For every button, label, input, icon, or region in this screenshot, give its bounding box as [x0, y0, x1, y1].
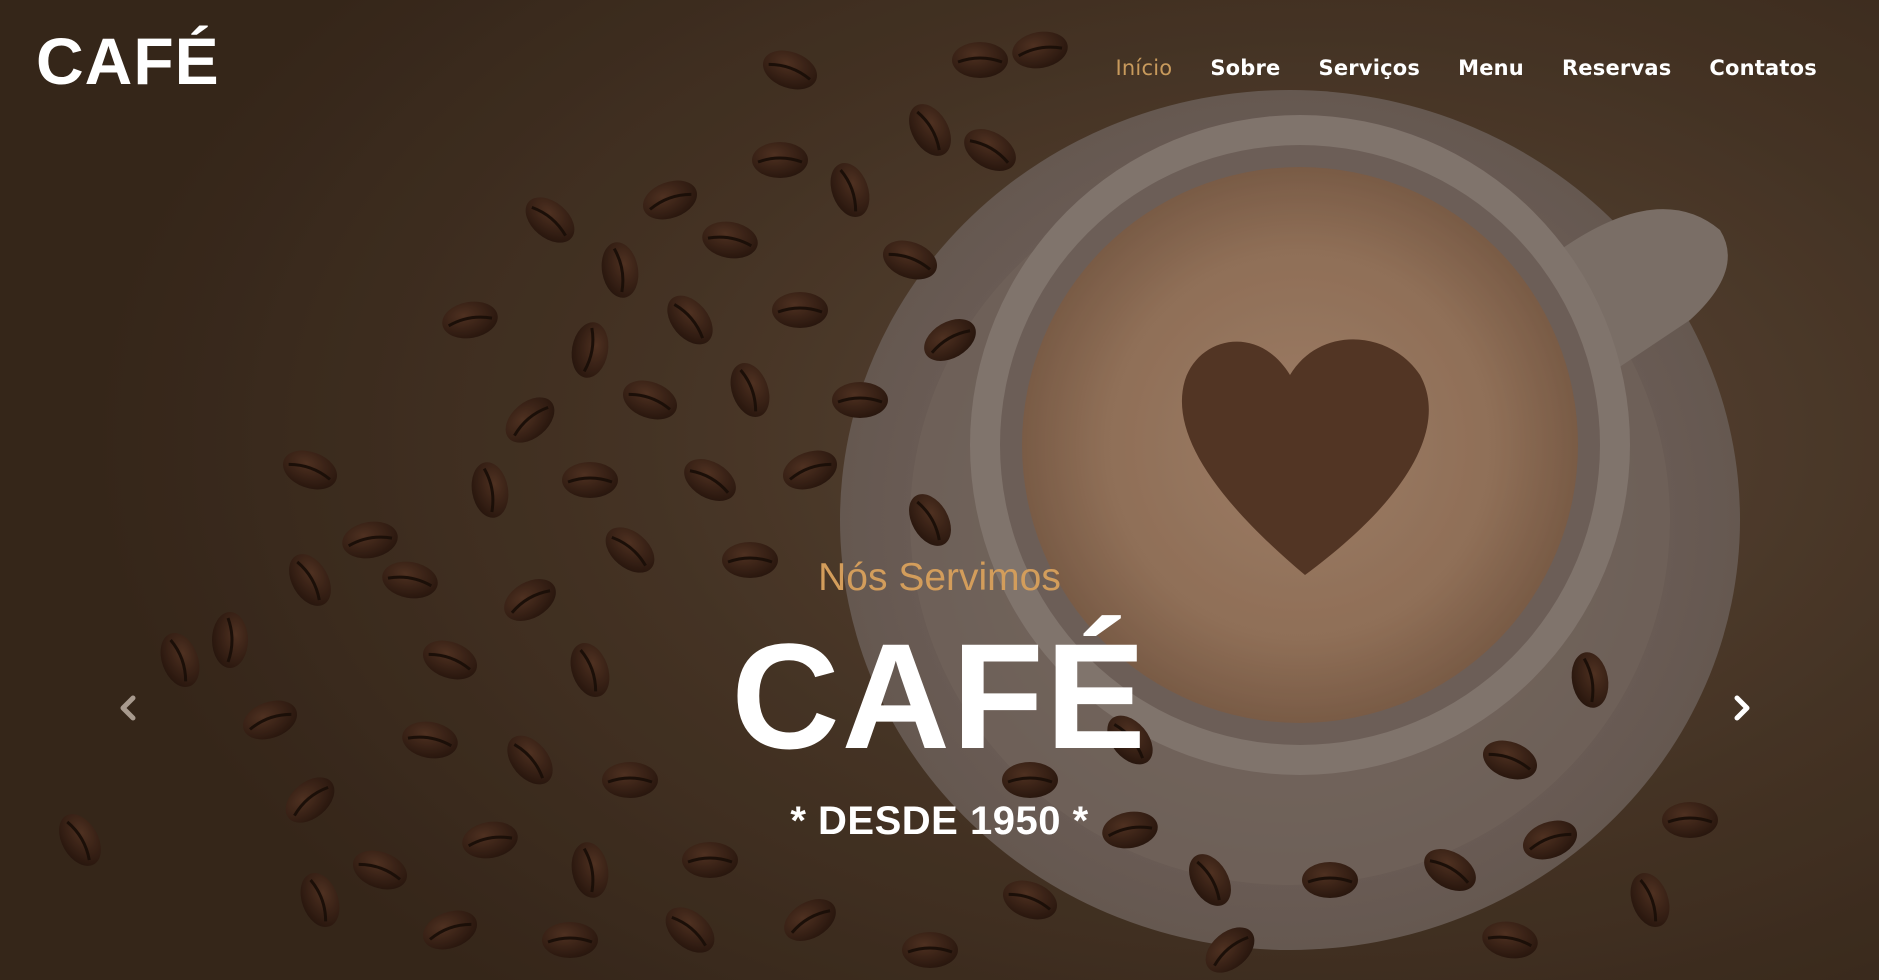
navbar: CAFÉ Início Sobre Serviços Menu Reservas…	[0, 0, 1879, 140]
nav-menu: Início Sobre Serviços Menu Reservas Cont…	[1116, 56, 1817, 80]
nav-item-sobre: Sobre	[1210, 56, 1280, 80]
nav-item-servicos: Serviços	[1319, 56, 1421, 80]
nav-link-contatos[interactable]: Contatos	[1709, 56, 1817, 80]
carousel-next-button[interactable]	[1722, 688, 1762, 728]
nav-item-menu: Menu	[1458, 56, 1524, 80]
chevron-left-icon	[120, 695, 136, 721]
hero-title: CAFÉ	[731, 612, 1148, 780]
nav-item-contatos: Contatos	[1709, 56, 1817, 80]
nav-link-inicio[interactable]: Início	[1116, 56, 1173, 80]
hero-section: CAFÉ Início Sobre Serviços Menu Reservas…	[0, 0, 1879, 980]
nav-link-reservas[interactable]: Reservas	[1562, 56, 1671, 80]
nav-item-inicio: Início	[1116, 56, 1173, 80]
hero-caption: Nós Servimos CAFÉ * DESDE 1950 *	[0, 558, 1879, 841]
nav-link-servicos[interactable]: Serviços	[1319, 56, 1421, 80]
brand-logo[interactable]: CAFÉ	[36, 28, 220, 94]
hero-tagline: * DESDE 1950 *	[790, 799, 1089, 843]
carousel-prev-button[interactable]	[108, 688, 148, 728]
nav-item-reservas: Reservas	[1562, 56, 1671, 80]
chevron-right-icon	[1734, 695, 1750, 721]
nav-link-menu[interactable]: Menu	[1458, 56, 1524, 80]
hero-subtitle: Nós Servimos	[818, 556, 1061, 599]
nav-link-sobre[interactable]: Sobre	[1210, 56, 1280, 80]
